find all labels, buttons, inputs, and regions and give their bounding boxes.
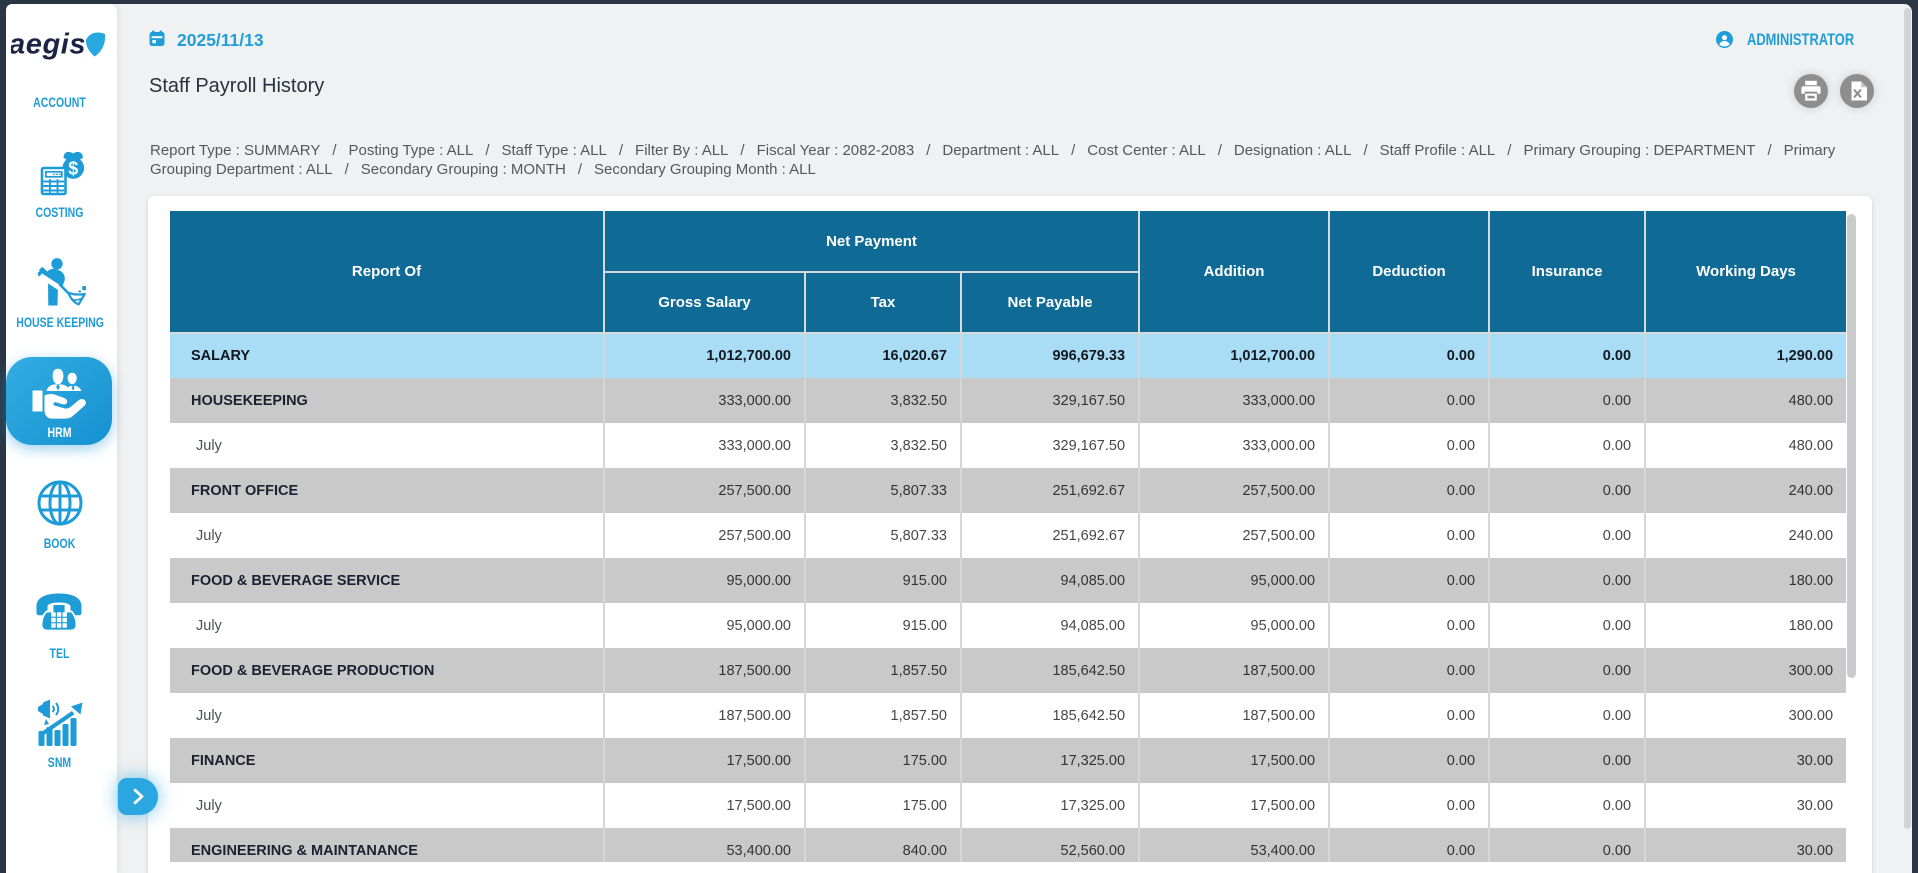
svg-text:aegis: aegis xyxy=(11,29,86,61)
svg-text:$: $ xyxy=(68,159,78,179)
